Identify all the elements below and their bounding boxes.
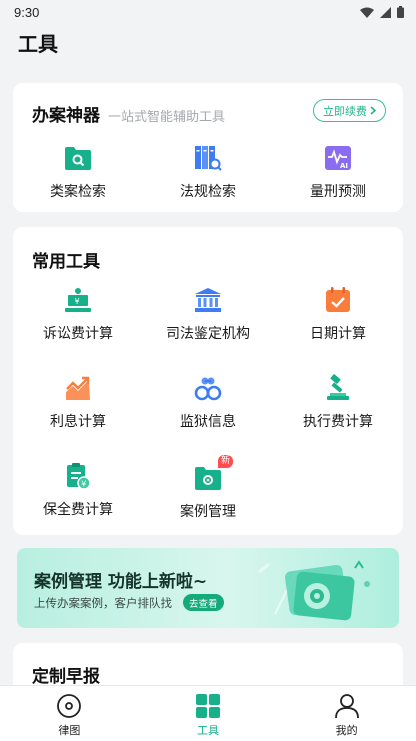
tool-case-management[interactable]: 新 案例管理	[143, 455, 273, 521]
banner-title: 案例管理 功能上新啦~	[34, 572, 208, 592]
tool-label: 法规检索	[180, 184, 236, 200]
tool-enforcement-fee[interactable]: 执行费计算	[273, 373, 403, 431]
tool-label: 利息计算	[50, 414, 106, 430]
clipboard-money-icon: ¥	[63, 461, 93, 491]
tool-judicial-institution[interactable]: 司法鉴定机构	[143, 285, 273, 343]
renew-label: 立即续费	[323, 104, 367, 118]
battery-icon	[397, 6, 404, 18]
tool-prison-info[interactable]: 监狱信息	[143, 373, 273, 431]
tab-label: 我的	[335, 724, 358, 737]
tool-sentencing-prediction[interactable]: AI 量刑预测	[273, 143, 403, 201]
case-management-banner[interactable]: 案例管理 功能上新啦~ 上传办案案例，客户排队找 去查看	[17, 548, 399, 628]
tab-tools[interactable]: 工具	[139, 686, 278, 741]
new-badge: 新	[217, 455, 233, 468]
common-tools-title: 常用工具	[32, 252, 100, 272]
common-tools-header: 常用工具	[32, 247, 100, 272]
main-tools-subtitle: 一站式智能辅助工具	[108, 110, 226, 125]
tool-label: 日期计算	[310, 326, 366, 342]
status-time: 9:30	[14, 4, 40, 20]
folder-search-icon	[63, 143, 93, 173]
user-icon	[334, 693, 360, 719]
calendar-icon	[323, 285, 353, 315]
tool-label: 监狱信息	[180, 414, 236, 430]
handcuffs-icon	[193, 373, 223, 403]
tab-mine[interactable]: 我的	[277, 686, 416, 741]
status-icons	[360, 6, 404, 18]
tool-label: 案例管理	[180, 504, 236, 520]
litigation-fee-icon: ¥	[63, 285, 93, 315]
svg-text:¥: ¥	[81, 480, 86, 489]
custom-report-title: 定制早报	[32, 667, 100, 687]
tool-label: 保全费计算	[43, 502, 113, 518]
tab-label: 工具	[197, 724, 219, 737]
banner-subtitle: 上传办案案例，客户排队找	[34, 596, 172, 610]
tool-label: 量刑预测	[310, 184, 366, 200]
signal-icon	[380, 6, 391, 18]
bottom-tab-bar: 律图 工具 我的	[0, 685, 416, 741]
law-books-icon	[193, 143, 223, 173]
tab-lvtu[interactable]: 律图	[0, 686, 139, 741]
compass-icon	[56, 693, 82, 719]
tool-litigation-fee[interactable]: ¥ 诉讼费计算	[13, 285, 143, 343]
case-folder-icon: 新	[193, 455, 233, 493]
status-bar: 9:30	[0, 0, 416, 24]
tool-date-calc[interactable]: 日期计算	[273, 285, 403, 343]
gavel-icon	[323, 373, 353, 403]
svg-text:¥: ¥	[75, 297, 80, 306]
main-tools-card: 办案神器 一站式智能辅助工具 立即续费 类案检索 法规检索 AI 量刑预测	[13, 83, 403, 212]
tool-interest-calc[interactable]: 利息计算	[13, 373, 143, 431]
tab-label: 律图	[58, 724, 81, 737]
common-tools-card: 常用工具 ¥ 诉讼费计算 司法鉴定机构 日期计算 利息计算 监狱信息 执行费计算…	[13, 227, 403, 535]
main-tools-header: 办案神器 一站式智能辅助工具	[32, 101, 225, 126]
tool-label: 执行费计算	[303, 414, 373, 430]
banner-view-button[interactable]: 去查看	[183, 594, 224, 611]
wifi-icon	[360, 7, 374, 18]
ai-chart-icon: AI	[323, 143, 353, 173]
interest-chart-icon	[63, 373, 93, 403]
tool-case-search[interactable]: 类案检索	[13, 143, 143, 201]
tool-law-search[interactable]: 法规检索	[143, 143, 273, 201]
tool-label: 诉讼费计算	[43, 326, 113, 342]
renew-button[interactable]: 立即续费	[313, 99, 386, 122]
chevron-right-icon	[370, 106, 377, 115]
gear-folder-illustration	[258, 560, 370, 621]
tool-label: 司法鉴定机构	[166, 326, 250, 342]
grid-icon	[195, 693, 221, 719]
tool-label: 类案检索	[50, 184, 106, 200]
svg-text:AI: AI	[340, 162, 348, 170]
institution-icon	[193, 285, 223, 315]
page-title: 工具	[18, 32, 58, 56]
custom-report-header: 定制早报	[32, 662, 100, 687]
tool-preservation-fee[interactable]: ¥ 保全费计算	[13, 461, 143, 519]
main-tools-title: 办案神器	[32, 106, 100, 126]
